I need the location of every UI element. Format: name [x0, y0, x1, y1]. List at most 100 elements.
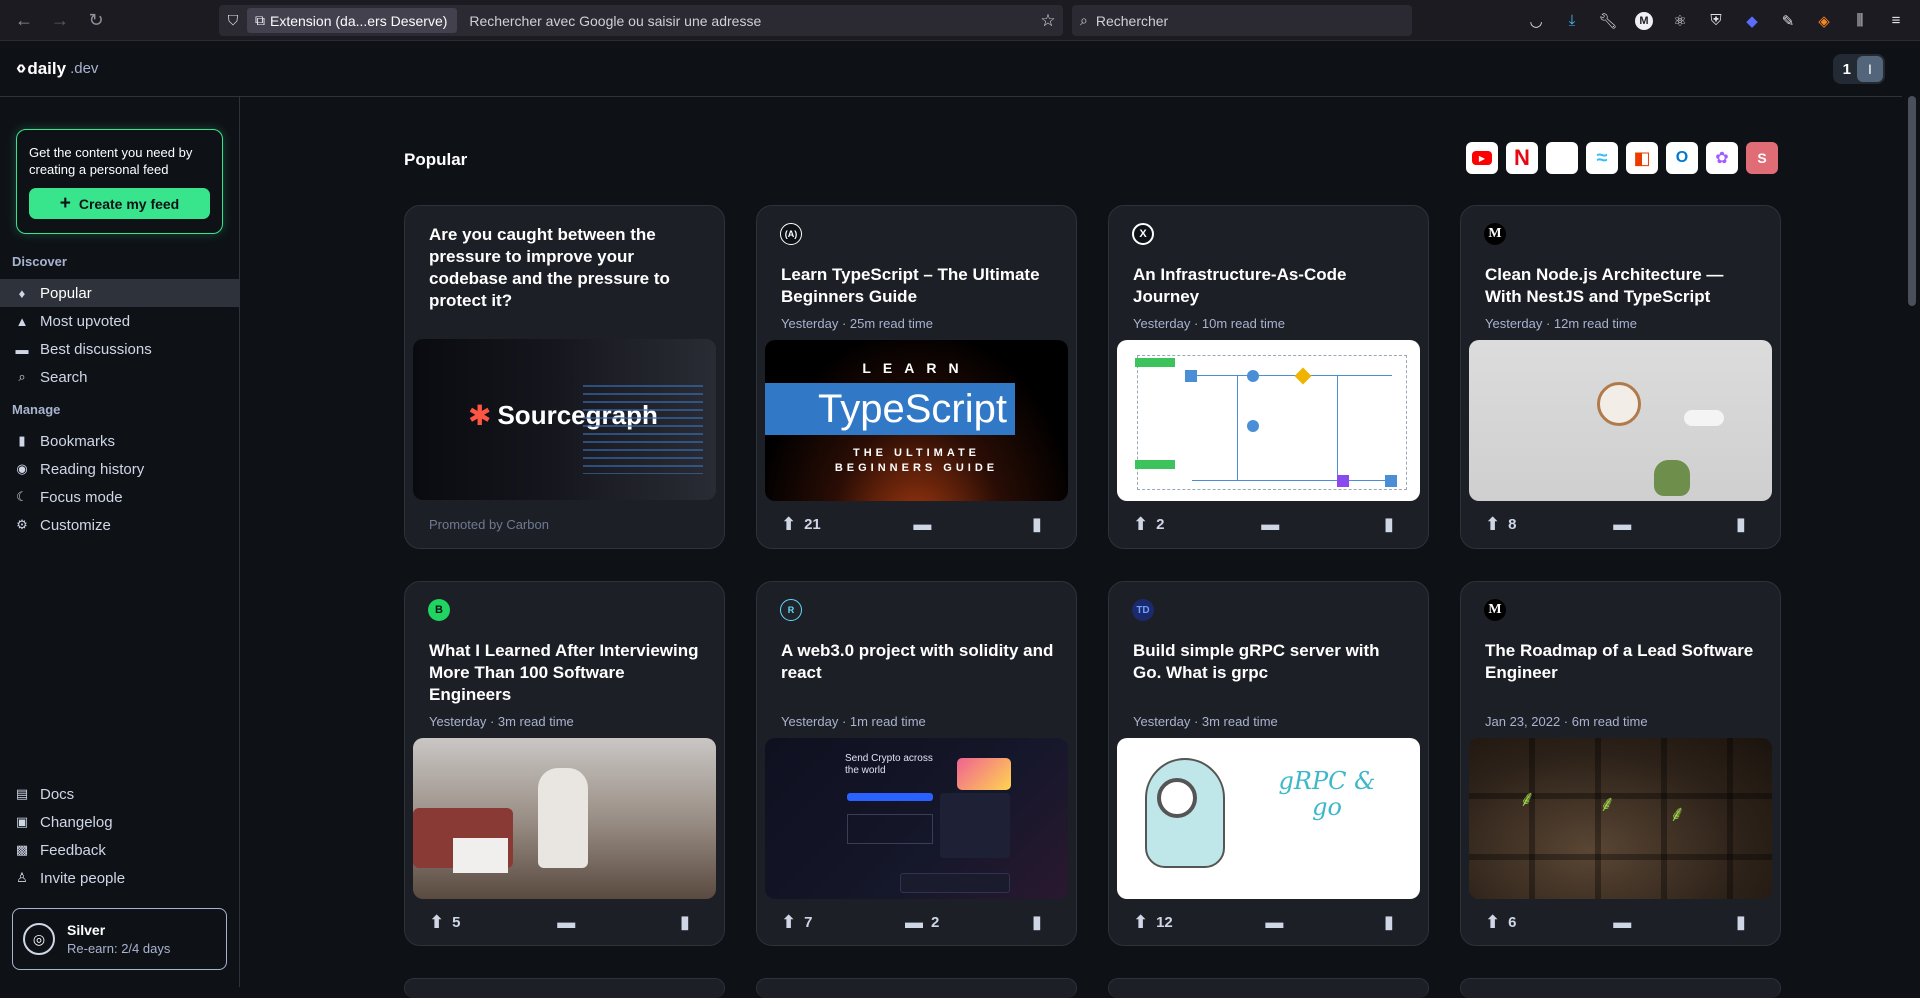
source-avatar[interactable]: B: [428, 599, 450, 621]
upvote-button[interactable]: ⬆ 6: [1485, 912, 1516, 933]
downloads-icon[interactable]: ⤓: [1554, 5, 1590, 37]
forward-icon[interactable]: →: [42, 4, 78, 36]
sidebar-item-reading-history[interactable]: ◉ Reading history: [0, 455, 239, 483]
menu-icon[interactable]: ≡: [1878, 5, 1914, 37]
upvote-button[interactable]: ⬆ 8: [1485, 514, 1516, 535]
post-card[interactable]: B What I Learned After Interviewing More…: [404, 581, 725, 946]
scrollbar[interactable]: [1902, 41, 1920, 987]
library-icon[interactable]: ⫼: [1842, 5, 1878, 37]
bookmark-button[interactable]: ▮: [1736, 514, 1760, 535]
pocket-icon[interactable]: ◡: [1518, 5, 1554, 37]
post-card-partial[interactable]: [1460, 978, 1781, 998]
upvote-button[interactable]: ⬆ 7: [781, 912, 812, 933]
extension-chip[interactable]: ⧉ Extension (da...ers Deserve): [247, 8, 458, 33]
sidebar-item-changelog[interactable]: ▣ Changelog: [0, 808, 239, 836]
source-avatar[interactable]: X: [1132, 223, 1154, 245]
upvote-button[interactable]: ⬆ 2: [1133, 514, 1164, 535]
sidebar-item-bookmarks[interactable]: ▮ Bookmarks: [0, 427, 239, 455]
bookmark-button[interactable]: ▮: [1384, 912, 1408, 933]
url-placeholder[interactable]: Rechercher avec Google ou saisir une adr…: [469, 13, 1033, 29]
back-icon[interactable]: ←: [6, 4, 42, 36]
sidebar-item-search[interactable]: ⌕ Search: [0, 363, 239, 391]
card-image[interactable]: LEARN TypeScript THE ULTIMATE BEGINNERS G…: [765, 340, 1068, 501]
office-icon[interactable]: ◧: [1626, 142, 1658, 174]
post-card-partial[interactable]: [1108, 978, 1429, 998]
bitwarden-icon[interactable]: ◆: [1734, 5, 1770, 37]
profile-button[interactable]: 1 I: [1832, 54, 1885, 84]
post-card[interactable]: X An Infrastructure-As-Code Journey Yest…: [1108, 205, 1429, 549]
card-title[interactable]: Are you caught between the pressure to i…: [429, 224, 704, 312]
upvote-button[interactable]: ⬆ 12: [1133, 912, 1173, 933]
promoted-by-carbon[interactable]: Promoted by Carbon: [429, 517, 549, 532]
post-card[interactable]: (A) Learn TypeScript – The Ultimate Begi…: [756, 205, 1077, 549]
bookmark-button[interactable]: ▮: [680, 912, 704, 933]
sidebar-item-popular[interactable]: ♦ Popular: [0, 279, 239, 307]
comment-button[interactable]: ▬: [1261, 514, 1287, 535]
sidebar-item-customize[interactable]: ⚙ Customize: [0, 511, 239, 539]
card-image[interactable]: [413, 738, 716, 899]
comment-button[interactable]: ▬: [1265, 912, 1291, 933]
react-devtools-icon[interactable]: ⚛: [1662, 5, 1698, 37]
bookmark-button[interactable]: ▮: [1032, 912, 1056, 933]
card-title[interactable]: Build simple gRPC server with Go. What i…: [1133, 640, 1408, 684]
post-card-partial[interactable]: [756, 978, 1077, 998]
dailydev-logo[interactable]: ‹› daily .dev: [16, 57, 98, 80]
card-title[interactable]: Learn TypeScript – The Ultimate Beginner…: [781, 264, 1056, 308]
youtube-icon[interactable]: ▶: [1466, 142, 1498, 174]
card-title[interactable]: The Roadmap of a Lead Software Engineer: [1485, 640, 1760, 684]
pen-icon[interactable]: ✎: [1770, 5, 1806, 37]
comment-button[interactable]: ▬: [913, 514, 939, 535]
bookmark-button[interactable]: ▮: [1384, 514, 1408, 535]
card-title[interactable]: An Infrastructure-As-Code Journey: [1133, 264, 1408, 308]
promoted-card[interactable]: Are you caught between the pressure to i…: [404, 205, 725, 549]
post-card[interactable]: M Clean Node.js Architecture —With NestJ…: [1460, 205, 1781, 549]
card-image[interactable]: ✱ Sourcegraph: [413, 339, 716, 500]
comment-button[interactable]: ▬: [1613, 912, 1639, 933]
bookmark-button[interactable]: ▮: [1736, 912, 1760, 933]
metamask-icon[interactable]: ◈: [1806, 5, 1842, 37]
source-avatar[interactable]: M: [1484, 223, 1506, 245]
source-avatar[interactable]: R: [780, 599, 802, 621]
create-feed-button[interactable]: + Create my feed: [29, 188, 210, 219]
post-card-partial[interactable]: [404, 978, 725, 998]
post-card[interactable]: R A web3.0 project with solidity and rea…: [756, 581, 1077, 946]
m-extension-icon[interactable]: M: [1626, 5, 1662, 37]
source-avatar[interactable]: (A): [780, 223, 802, 245]
sidebar-item-invite-people[interactable]: ♙ Invite people: [0, 864, 239, 892]
sidebar-item-best-discussions[interactable]: ▬ Best discussions: [0, 335, 239, 363]
netflix-icon[interactable]: N: [1506, 142, 1538, 174]
card-title[interactable]: What I Learned After Interviewing More T…: [429, 640, 704, 706]
sidebar-item-feedback[interactable]: ▩ Feedback: [0, 836, 239, 864]
card-title[interactable]: A web3.0 project with solidity and react: [781, 640, 1056, 684]
url-bar[interactable]: ⛉ ⧉ Extension (da...ers Deserve) Recherc…: [219, 5, 1063, 36]
card-image[interactable]: [1117, 340, 1420, 501]
sidebar-item-focus-mode[interactable]: ☾ Focus mode: [0, 483, 239, 511]
sidebar-item-most-upvoted[interactable]: ▲ Most upvoted: [0, 307, 239, 335]
bookmark-button[interactable]: ▮: [1032, 514, 1056, 535]
upvote-button[interactable]: ⬆ 5: [429, 912, 460, 933]
card-image[interactable]: gRPC & go: [1117, 738, 1420, 899]
upvote-button[interactable]: ⬆ 21: [781, 514, 821, 535]
card-image[interactable]: [1469, 340, 1772, 501]
bookmark-star-icon[interactable]: ☆: [1033, 11, 1063, 31]
figma-icon[interactable]: ✿: [1706, 142, 1738, 174]
comment-button[interactable]: ▬: [1613, 514, 1639, 535]
source-avatar[interactable]: M: [1484, 599, 1506, 621]
rank-widget[interactable]: ◎ Silver Re-earn: 2/4 days: [12, 908, 227, 970]
reload-icon[interactable]: ↻: [78, 4, 114, 36]
card-image[interactable]: ⸙ ⸙ ⸙: [1469, 738, 1772, 899]
outlook-icon[interactable]: O: [1666, 142, 1698, 174]
shield-icon[interactable]: ⛉: [219, 12, 247, 29]
blank-shortcut-icon[interactable]: [1546, 142, 1578, 174]
comment-button[interactable]: ▬ 2: [905, 912, 939, 933]
source-avatar[interactable]: TD: [1132, 599, 1154, 621]
s-shortcut-icon[interactable]: S: [1746, 142, 1778, 174]
card-image[interactable]: Send Crypto across the world: [765, 738, 1068, 899]
sidebar-item-docs[interactable]: ▤ Docs: [0, 780, 239, 808]
comment-button[interactable]: ▬: [557, 912, 583, 933]
tailwind-icon[interactable]: ≈: [1586, 142, 1618, 174]
card-title[interactable]: Clean Node.js Architecture —With NestJS …: [1485, 264, 1760, 308]
post-card[interactable]: M The Roadmap of a Lead Software Enginee…: [1460, 581, 1781, 946]
post-card[interactable]: TD Build simple gRPC server with Go. Wha…: [1108, 581, 1429, 946]
browser-search-bar[interactable]: ⌕ Rechercher: [1072, 5, 1412, 36]
